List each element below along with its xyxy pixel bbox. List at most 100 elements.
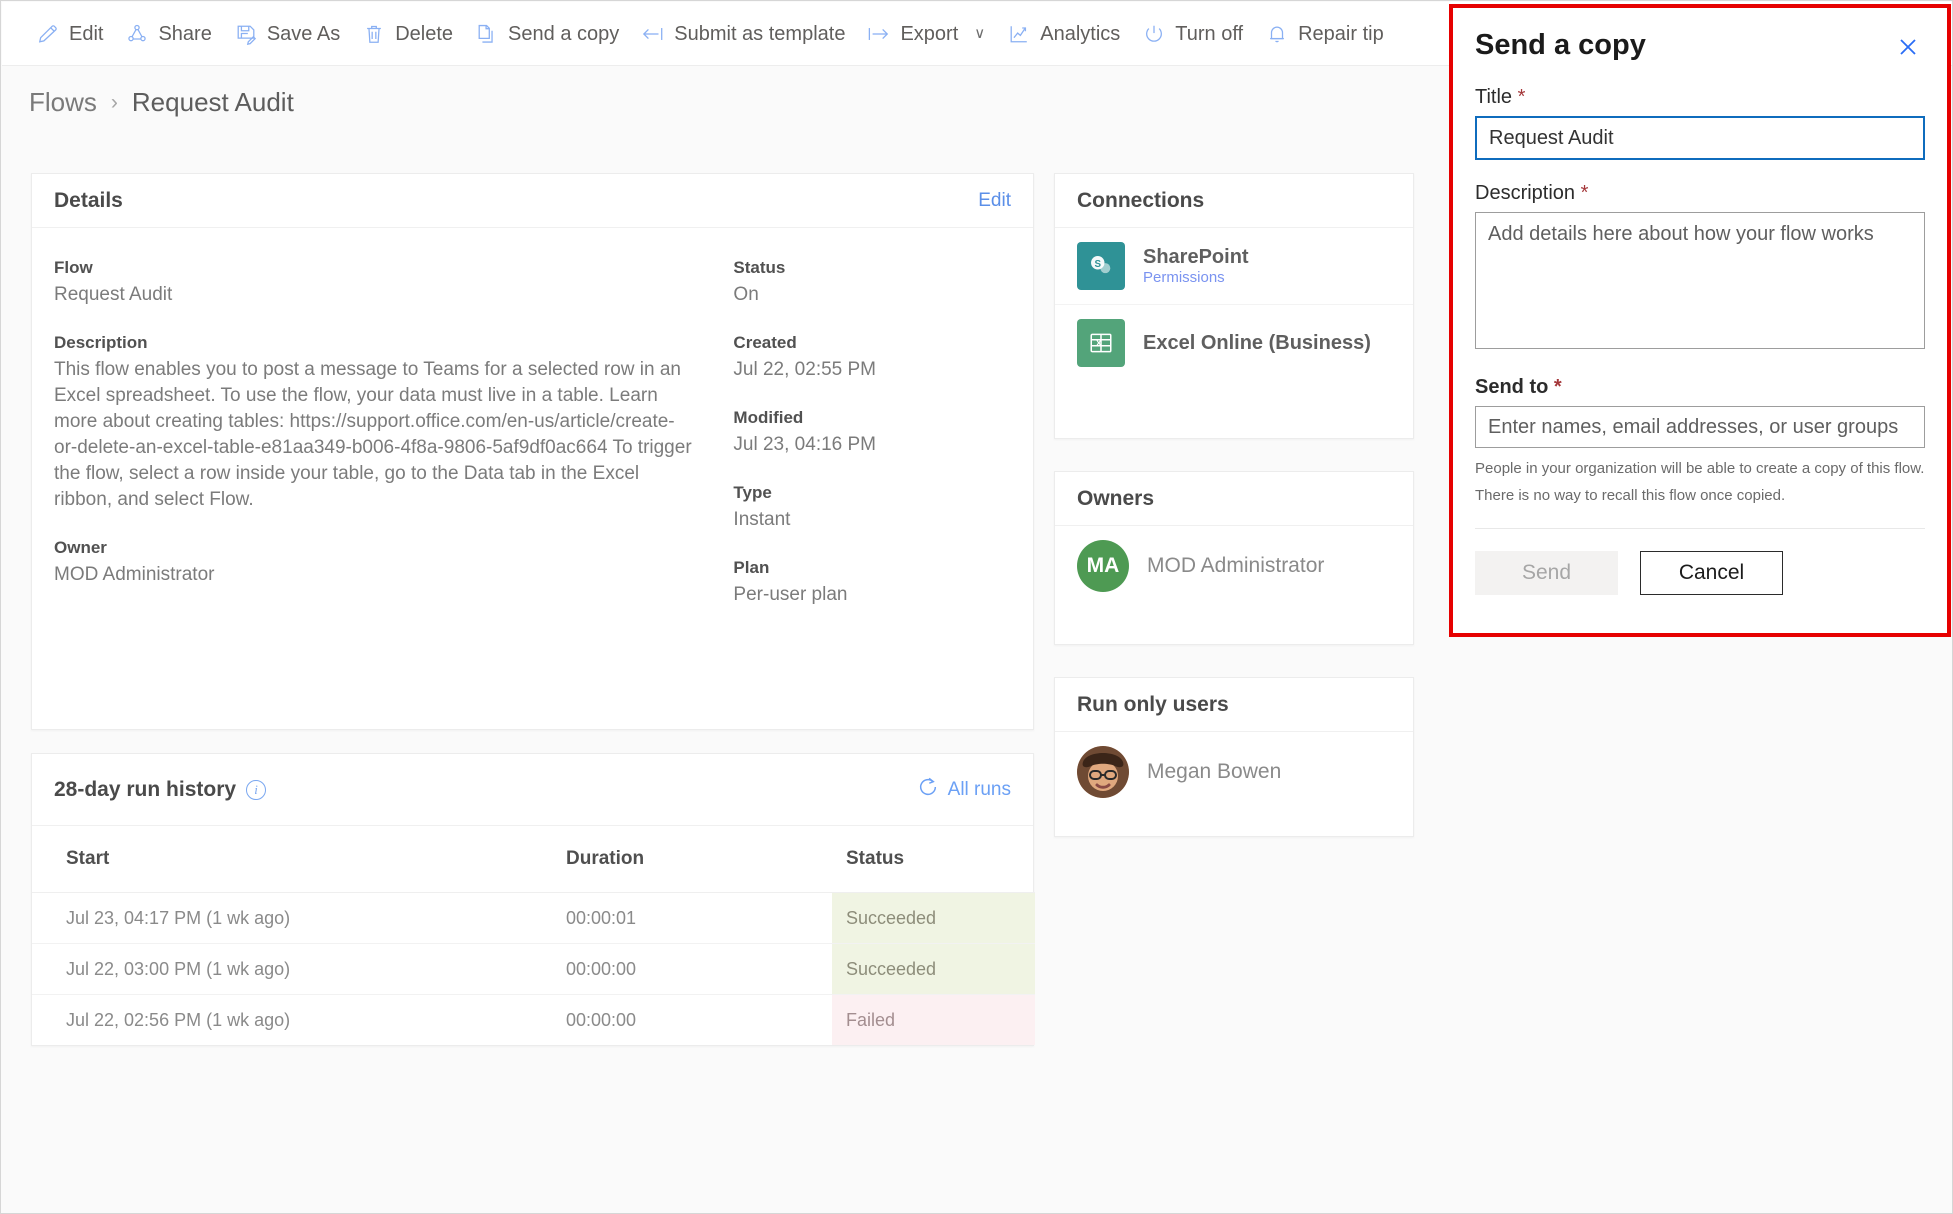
cell-status: Succeeded [832,943,1035,995]
required-marker: * [1553,376,1562,398]
field-value: MOD Administrator [54,564,215,586]
send-to-field-label: Send to * [1475,376,1925,399]
avatar: MA [1077,540,1129,592]
description-textarea[interactable] [1475,212,1925,349]
connections-card: Connections S SharePoint Permissions X E… [1054,173,1414,439]
cancel-button[interactable]: Cancel [1640,550,1783,595]
field-owner: Owner MOD Administrator [54,538,693,588]
command-delete[interactable]: Delete [354,16,467,52]
connections-card-header: Connections [1055,174,1413,228]
label-text: Send to [1475,376,1549,398]
field-value: Instant [733,509,791,531]
column-header-duration[interactable]: Duration [532,826,832,893]
column-header-status[interactable]: Status [832,826,1035,893]
info-icon[interactable]: i [246,779,267,800]
details-edit-link[interactable]: Edit [978,190,1011,212]
run-history-title-group: 28-day run history i [54,777,267,802]
required-marker: * [1580,182,1589,204]
details-left-column: Flow Request Audit Description This flow… [54,258,693,633]
sharepoint-icon: S [1077,242,1125,290]
cell-duration: 00:00:01 [532,892,832,944]
chevron-right-icon: › [110,90,118,114]
run-history-title: 28-day run history [54,777,237,801]
connection-item[interactable]: X Excel Online (Business) [1055,305,1413,381]
status-badge: Failed [832,995,1035,1045]
field-label: Description [54,333,148,353]
dialog-title: Send a copy [1475,29,1646,61]
command-save-as[interactable]: Save As [226,16,354,52]
send-button[interactable]: Send [1475,550,1618,595]
close-icon[interactable] [1891,30,1925,64]
cell-duration: 00:00:00 [532,943,832,995]
run-only-user-item[interactable]: Megan Bowen [1055,732,1413,812]
cell-status: Failed [832,995,1035,1045]
column-header-start[interactable]: Start [32,826,532,893]
cell-duration: 00:00:00 [566,1009,637,1030]
command-label: Send a copy [508,22,620,45]
export-icon [867,22,891,46]
all-runs-link[interactable]: All runs [917,776,1011,804]
run-only-users-card: Run only users Megan Bowen [1054,677,1414,837]
command-label: Share [158,22,212,45]
app-window: Edit Share Save As Delete Send a copy Su… [0,0,1953,1214]
connections-title: Connections [1077,188,1205,212]
table-row[interactable]: Jul 22, 03:00 PM (1 wk ago) 00:00:00 Suc… [32,943,1035,995]
table-header-row: Start Duration Status [32,826,1035,893]
save-as-icon [234,22,258,46]
field-label: Owner [54,538,107,558]
field-label: Modified [733,408,804,428]
table-row[interactable]: Jul 23, 04:17 PM (1 wk ago) 00:00:01 Suc… [32,892,1035,944]
title-input[interactable] [1475,116,1925,160]
description-field-label: Description * [1475,182,1925,205]
breadcrumb-flows[interactable]: Flows [29,87,97,118]
details-body: Flow Request Audit Description This flow… [32,228,1033,633]
field-flow: Flow Request Audit [54,258,693,308]
svg-text:S: S [1094,259,1101,270]
send-to-input[interactable] [1475,406,1925,448]
dialog-actions: Send Cancel [1475,550,1925,595]
field-created: Created Jul 22, 02:55 PM [733,333,1011,383]
command-label: Edit [69,22,104,45]
field-value: Jul 22, 02:55 PM [733,359,877,381]
command-turn-off[interactable]: Turn off [1134,16,1257,52]
command-label: Export [900,22,959,45]
share-icon [125,22,149,46]
command-share[interactable]: Share [117,16,225,52]
owners-title: Owners [1077,486,1155,510]
pencil-icon [36,22,60,46]
run-only-users-title: Run only users [1077,692,1229,716]
excel-icon: X [1077,319,1125,367]
command-edit[interactable]: Edit [28,16,117,52]
command-send-a-copy[interactable]: Send a copy [467,16,633,52]
field-value: Request Audit [54,284,173,305]
owner-item[interactable]: MA MOD Administrator [1055,526,1413,606]
owners-card-header: Owners [1055,472,1413,526]
chevron-down-icon[interactable]: ∨ [974,26,985,41]
field-label: Status [733,258,786,277]
field-label: Type [733,483,772,503]
title-field-label: Title * [1475,86,1925,109]
dialog-content: Send a copy Title * Description * Send t… [1453,8,1947,633]
cell-start: Jul 22, 03:00 PM (1 wk ago) [32,943,532,995]
command-export[interactable]: Export ∨ [859,16,999,52]
command-repair-tip[interactable]: Repair tip [1257,16,1398,52]
all-runs-label: All runs [947,778,1011,800]
field-type: Type Instant [733,483,1011,533]
dialog-header: Send a copy [1475,29,1925,64]
avatar [1077,746,1129,798]
connection-permissions-link[interactable]: Permissions [1143,269,1249,286]
field-label: Flow [54,258,93,277]
run-history-card-header: 28-day run history i All runs [32,754,1033,826]
breadcrumb: Flows › Request Audit [29,87,294,118]
cell-start: Jul 23, 04:17 PM (1 wk ago) [32,892,532,944]
status-badge: Succeeded [832,893,1035,943]
svg-text:X: X [1096,338,1102,348]
table-row[interactable]: Jul 22, 02:56 PM (1 wk ago) 00:00:00 Fai… [32,995,1035,1045]
helper-text-line-2: There is no way to recall this flow once… [1475,487,1786,505]
command-submit-as-template[interactable]: Submit as template [633,16,859,52]
connection-item[interactable]: S SharePoint Permissions [1055,228,1413,305]
status-badge: Succeeded [832,944,1035,994]
run-history-table: Start Duration Status Jul 23, 04:17 PM (… [32,826,1035,1045]
details-title: Details [54,188,123,212]
command-analytics[interactable]: Analytics [999,16,1134,52]
